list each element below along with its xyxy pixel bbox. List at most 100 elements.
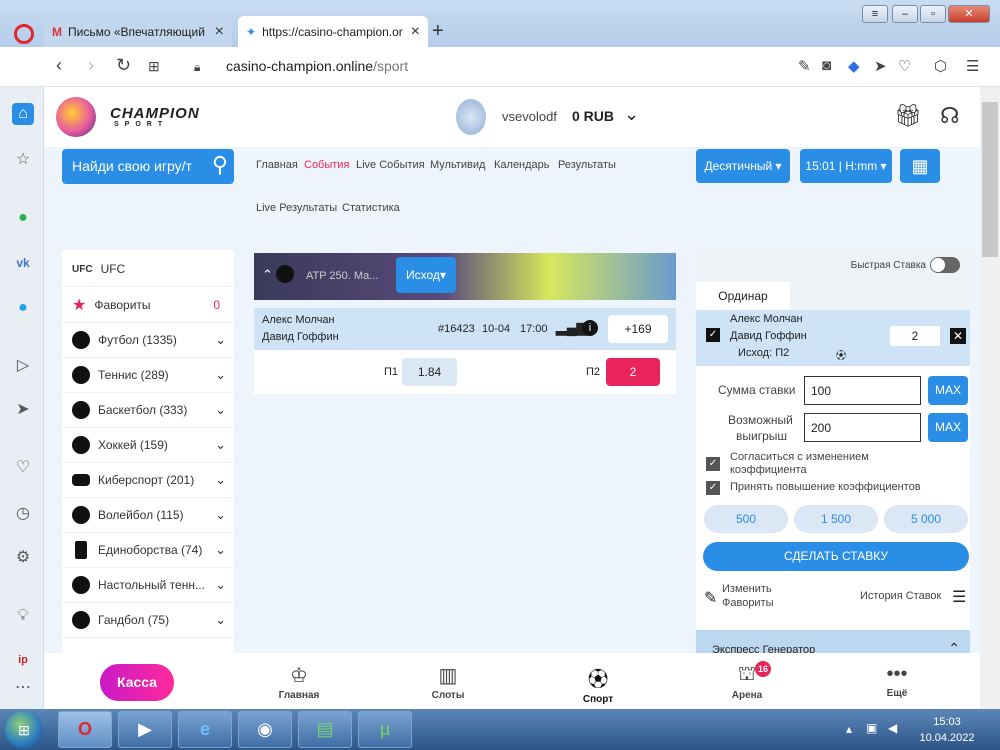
chevron-down-icon[interactable]: ⌄ — [215, 332, 226, 348]
sport-item-favorites[interactable]: ★ Фавориты 0 — [62, 288, 234, 323]
sport-item-ufc[interactable]: UFC UFC — [62, 252, 234, 287]
settings-icon[interactable]: ☰ — [966, 57, 979, 75]
camera-icon[interactable]: ◙ — [822, 57, 831, 74]
menu-multiview[interactable]: Мультивид — [430, 159, 485, 171]
forward-icon[interactable]: › — [88, 55, 94, 76]
logo-icon[interactable] — [56, 97, 96, 137]
sport-item-volleyball[interactable]: Волейбол (115) ⌄ — [62, 498, 234, 533]
more-markets-button[interactable]: +169 — [608, 315, 668, 343]
quick-stake-1500[interactable]: 1 500 — [794, 505, 878, 533]
system-clock[interactable]: 15:03 10.04.2022 — [912, 714, 982, 746]
search-icon[interactable]: ⚲ — [212, 152, 228, 178]
sport-item-esports[interactable]: Киберспорт (201) ⌄ — [62, 463, 234, 498]
url-field[interactable]: casino-champion.online/sport — [226, 58, 408, 74]
event-row[interactable]: Алекс Молчан Давид Гоффин #16423 10-04 1… — [254, 308, 676, 350]
opera-logo-icon[interactable] — [14, 24, 34, 44]
outcome-select[interactable]: Исход▾ — [396, 257, 456, 293]
flow-icon[interactable]: ➤ — [12, 399, 34, 421]
collapse-icon[interactable]: ⌃ — [262, 267, 273, 283]
balance[interactable]: 0 RUB — [572, 108, 614, 124]
time-format-select[interactable]: 15:01 | H:mm ▾ — [800, 149, 892, 183]
bookmarks-icon[interactable]: ♡ — [12, 457, 34, 479]
menu-live-results[interactable]: Live Результаты — [256, 202, 337, 214]
sport-item-handball[interactable]: Гандбол (75) ⌄ — [62, 603, 234, 638]
sport-item-football[interactable]: Футбол (1335) ⌄ — [62, 323, 234, 358]
close-window-button[interactable]: ✕ — [948, 5, 990, 23]
excel-taskbar-icon[interactable]: ▤ — [298, 711, 352, 748]
chevron-down-icon[interactable]: ⌄ — [215, 507, 226, 523]
twitter-icon[interactable]: ● — [12, 297, 34, 319]
new-tab-button[interactable]: + — [432, 20, 444, 43]
chrome-taskbar-icon[interactable]: ◉ — [238, 711, 292, 748]
remove-bet-icon[interactable]: ✕ — [950, 328, 966, 344]
history-icon[interactable]: ◷ — [12, 503, 34, 525]
utorrent-taskbar-icon[interactable]: µ — [358, 711, 412, 748]
speed-dial-icon[interactable]: ☆ — [12, 149, 34, 171]
close-tab-icon[interactable]: × — [411, 23, 420, 41]
whatsapp-icon[interactable]: ● — [12, 207, 34, 229]
sport-item-tennis[interactable]: Теннис (289) ⌄ — [62, 358, 234, 393]
menu-home[interactable]: Главная — [256, 159, 298, 171]
info-icon[interactable]: i — [582, 320, 598, 336]
tab-casino[interactable]: ✦ https://casino-champion.or × — [238, 16, 428, 47]
tabs-grid-icon[interactable]: ⊞ — [148, 58, 160, 75]
edit-favorites-1[interactable]: Изменить — [722, 583, 772, 595]
nav-slots[interactable]: ▥ Слоты — [408, 663, 488, 701]
reload-icon[interactable]: ↻ — [116, 55, 131, 76]
win-max-button[interactable]: MAX — [928, 413, 968, 442]
quick-stake-500[interactable]: 500 — [704, 505, 788, 533]
chevron-down-icon[interactable]: ⌄ — [215, 367, 226, 383]
vpn-shield-icon[interactable]: ◆ — [848, 57, 860, 75]
agree-checkbox[interactable]: ✓ — [706, 457, 720, 471]
heart-icon[interactable]: ♡ — [898, 57, 911, 75]
win-input[interactable]: 200 — [804, 413, 921, 442]
tray-arrow-icon[interactable]: ▴ — [846, 722, 852, 736]
quick-bet-toggle[interactable] — [930, 257, 960, 273]
place-bet-button[interactable]: СДЕЛАТЬ СТАВКУ — [703, 542, 969, 571]
extension-icon[interactable]: ip — [12, 649, 34, 671]
edit-icon[interactable]: ✎ — [704, 588, 717, 608]
sport-item-martial-arts[interactable]: Единоборства (74) ⌄ — [62, 533, 234, 568]
nav-arena[interactable]: ⛫ Арена 16 — [707, 661, 787, 701]
back-icon[interactable]: ‹ — [56, 55, 62, 76]
settings-icon[interactable]: ⚙ — [12, 547, 34, 569]
scrollbar-thumb[interactable] — [982, 102, 998, 257]
sport-item-basketball[interactable]: Баскетбол (333) ⌄ — [62, 393, 234, 428]
start-button[interactable]: ⊞ — [5, 711, 43, 749]
stake-max-button[interactable]: MAX — [928, 376, 968, 405]
home-icon[interactable]: ⌂ — [12, 103, 34, 125]
chevron-down-icon[interactable]: ⌄ — [215, 577, 226, 593]
p1-odds-button[interactable]: 1.84 — [402, 358, 457, 386]
sport-item-hockey[interactable]: Хоккей (159) ⌄ — [62, 428, 234, 463]
cashier-button[interactable]: Касса — [100, 664, 174, 701]
snap-icon[interactable]: ≡ — [862, 5, 888, 23]
cube-icon[interactable]: ⬡ — [934, 57, 947, 75]
ie-taskbar-icon[interactable]: e — [178, 711, 232, 748]
maximize-button[interactable]: ▫ — [920, 5, 946, 23]
tips-icon[interactable]: 💡︎ — [12, 605, 34, 627]
opera-taskbar-icon[interactable]: O — [58, 711, 112, 748]
tab-single[interactable]: Ординар — [696, 282, 790, 310]
volume-icon[interactable]: ◀︎ — [888, 721, 897, 735]
edit-favorites-2[interactable]: Фавориты — [722, 597, 774, 609]
network-icon[interactable]: ▣ — [866, 721, 877, 735]
media-taskbar-icon[interactable]: ▶ — [118, 711, 172, 748]
nav-more[interactable]: ••• Ещё — [857, 663, 937, 699]
nav-sport[interactable]: ⚽︎ Спорт — [558, 663, 638, 705]
bet-checkbox[interactable]: ✓ — [706, 328, 720, 342]
menu-live-events[interactable]: Live События — [356, 159, 425, 171]
menu-icon[interactable]: ☰ — [952, 587, 966, 607]
minimize-button[interactable]: – — [892, 5, 918, 23]
menu-calendar[interactable]: Календарь — [494, 159, 550, 171]
nav-home[interactable]: ♔ Главная — [259, 663, 339, 701]
avatar[interactable] — [456, 99, 486, 135]
chevron-down-icon[interactable]: ⌄ — [215, 437, 226, 453]
bet-history-link[interactable]: История Ставок — [860, 590, 941, 602]
menu-events[interactable]: События — [304, 159, 349, 171]
search-input[interactable]: Найди свою игру/т ⚲ — [62, 149, 234, 184]
sport-item-table-tennis[interactable]: Настольный тенн... ⌄ — [62, 568, 234, 603]
quick-stake-5000[interactable]: 5 000 — [884, 505, 968, 533]
calculator-button[interactable]: ▦ — [900, 149, 940, 183]
more-icon[interactable]: ⋯ — [12, 677, 34, 699]
edit-icon[interactable]: ✎ — [798, 57, 811, 75]
